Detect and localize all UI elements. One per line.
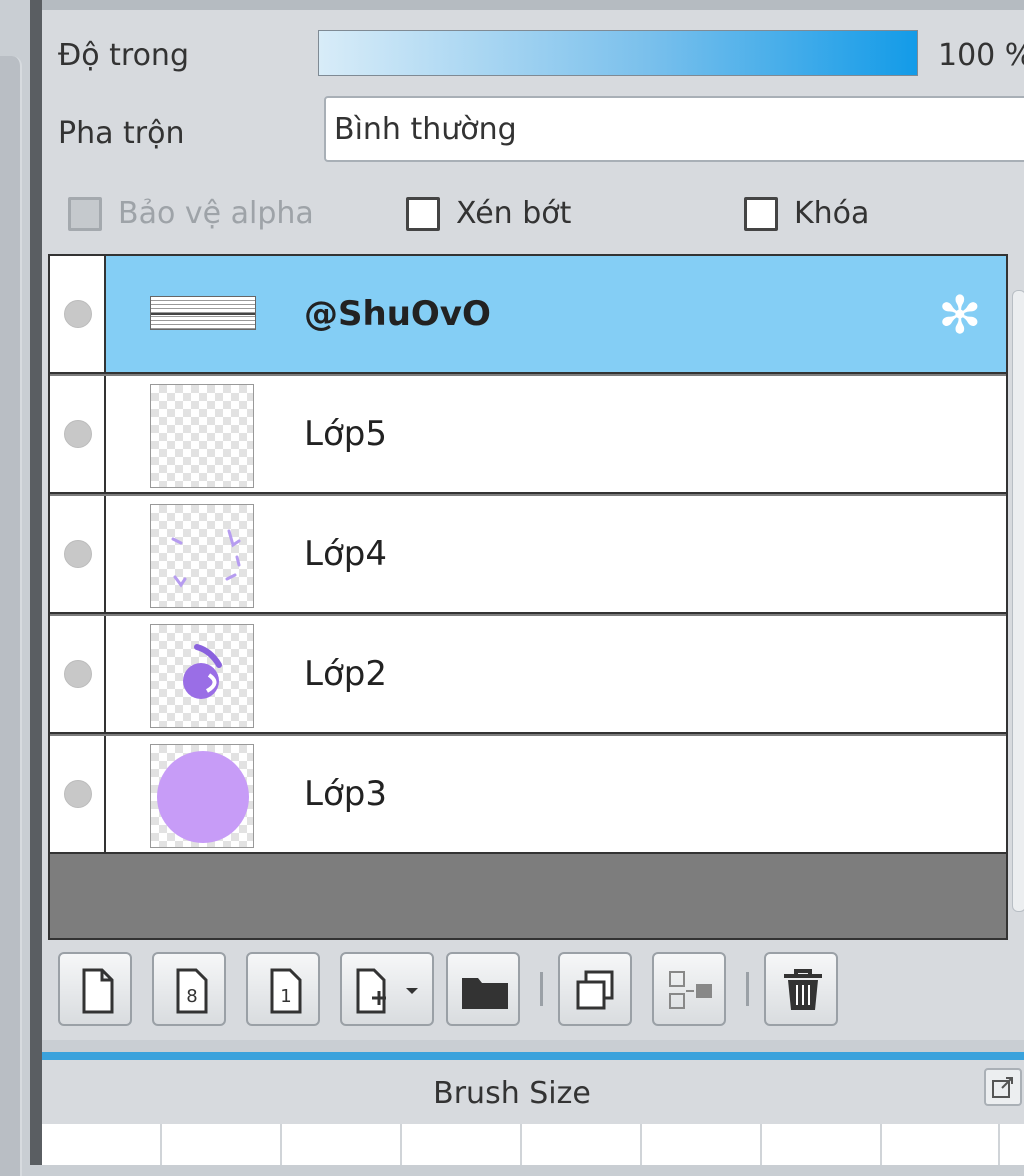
visibility-toggle[interactable]	[64, 420, 92, 448]
opacity-slider[interactable]	[318, 30, 918, 76]
brush-size-cell-divider	[280, 1124, 282, 1165]
layer-thumbnail	[150, 504, 254, 608]
thumbnail-strokes	[171, 529, 241, 588]
panel-accent-line	[42, 1052, 1024, 1060]
toolbar-separator	[540, 972, 543, 1006]
layer-name: Lớp2	[304, 654, 387, 694]
visibility-column[interactable]	[50, 736, 106, 852]
layer-row-lop2[interactable]: Lớp2	[50, 616, 1006, 734]
protect-alpha-checkbox[interactable]: Bảo vệ alpha	[68, 196, 314, 231]
visibility-column[interactable]	[50, 376, 106, 492]
thumbnail-shape	[183, 644, 222, 699]
brush-size-cell-divider	[880, 1124, 882, 1165]
visibility-column[interactable]	[50, 256, 106, 372]
add-layer-menu-button[interactable]	[340, 952, 434, 1026]
layer-thumbnail	[150, 384, 254, 488]
new-8bit-layer-button[interactable]: 8	[152, 952, 226, 1026]
brush-size-cell-divider	[400, 1124, 402, 1165]
brush-size-cell-divider	[998, 1124, 1000, 1165]
layer-toolbar: 8 1	[58, 952, 1018, 1028]
layer-name: Lớp5	[304, 414, 387, 454]
duplicate-layer-button[interactable]	[558, 952, 632, 1026]
panel-divider[interactable]	[30, 0, 42, 1165]
layer-row-lop4[interactable]: Lớp4	[50, 496, 1006, 614]
brush-size-panel: Brush Size	[42, 1052, 1024, 1165]
page-plus-icon	[356, 968, 418, 1014]
layer-name: Lớp3	[304, 774, 387, 814]
delete-layer-button[interactable]	[764, 952, 838, 1026]
blend-label: Pha trộn	[58, 116, 185, 151]
brush-size-cell-divider	[760, 1124, 762, 1165]
checkbox-box[interactable]	[406, 196, 440, 231]
layer-name: @ShuOvO	[304, 294, 491, 334]
protect-alpha-label: Bảo vệ alpha	[118, 196, 314, 231]
checkbox-box[interactable]	[744, 196, 778, 231]
layer-row-shuovo[interactable]: @ShuOvO ✻	[50, 256, 1006, 374]
trash-icon	[784, 969, 822, 1010]
popout-icon[interactable]	[984, 1068, 1022, 1106]
new-layer-button[interactable]	[58, 952, 132, 1026]
merge-icon	[669, 971, 712, 1009]
brush-size-cell-divider	[520, 1124, 522, 1165]
opacity-label: Độ trong	[58, 38, 189, 73]
layer-name: Lớp4	[304, 534, 387, 574]
clipping-label: Xén bớt	[456, 196, 572, 231]
visibility-column[interactable]	[50, 496, 106, 612]
svg-text:1: 1	[280, 986, 291, 1007]
thumbnail-circle	[157, 751, 249, 843]
folder-icon	[462, 978, 508, 1009]
duplicate-icon	[576, 970, 614, 1010]
layer-panel: Độ trong 100 % Pha trộn Bình thường Bảo …	[42, 0, 1024, 1040]
checkbox-box[interactable]	[68, 196, 102, 231]
merge-down-button[interactable]	[652, 952, 726, 1026]
panel-title: Brush Size	[433, 1076, 591, 1111]
layer-row-lop3[interactable]: Lớp3	[50, 736, 1006, 854]
layer-list-scrollbar[interactable]	[1012, 290, 1024, 912]
layer-thumbnail	[150, 296, 256, 330]
page-1-icon: 1	[270, 968, 302, 1014]
visibility-toggle[interactable]	[64, 300, 92, 328]
new-1bit-layer-button[interactable]: 1	[246, 952, 320, 1026]
brush-size-cell-divider	[640, 1124, 642, 1165]
clipping-checkbox[interactable]: Xén bớt	[406, 196, 571, 231]
visibility-toggle[interactable]	[64, 780, 92, 808]
panel-header-strip	[42, 0, 1024, 10]
blend-mode-select[interactable]: Bình thường	[324, 96, 1024, 162]
page-8-icon: 8	[176, 968, 208, 1014]
lock-label: Khóa	[794, 196, 870, 231]
brush-size-list	[42, 1124, 1024, 1165]
visibility-toggle[interactable]	[64, 660, 92, 688]
opacity-value: 100 %	[938, 38, 1024, 73]
new-folder-button[interactable]	[446, 952, 520, 1026]
page-icon	[82, 968, 114, 1014]
lock-checkbox[interactable]: Khóa	[744, 196, 869, 231]
blend-mode-value: Bình thường	[334, 112, 517, 147]
layer-thumbnail	[150, 624, 254, 728]
svg-text:8: 8	[186, 986, 197, 1007]
left-panel-edge	[0, 0, 30, 1176]
left-panel-frame	[0, 56, 22, 1176]
visibility-toggle[interactable]	[64, 540, 92, 568]
layer-row-lop5[interactable]: Lớp5	[50, 376, 1006, 494]
toolbar-separator	[746, 972, 749, 1006]
gear-icon[interactable]: ✻	[938, 290, 982, 342]
layer-list: @ShuOvO ✻ Lớp5 Lớp4 Lớp2 Lớp3	[48, 254, 1008, 940]
visibility-column[interactable]	[50, 616, 106, 732]
brush-size-cell-divider	[160, 1124, 162, 1165]
external-link-icon	[992, 1077, 1013, 1098]
layer-thumbnail	[150, 744, 254, 848]
